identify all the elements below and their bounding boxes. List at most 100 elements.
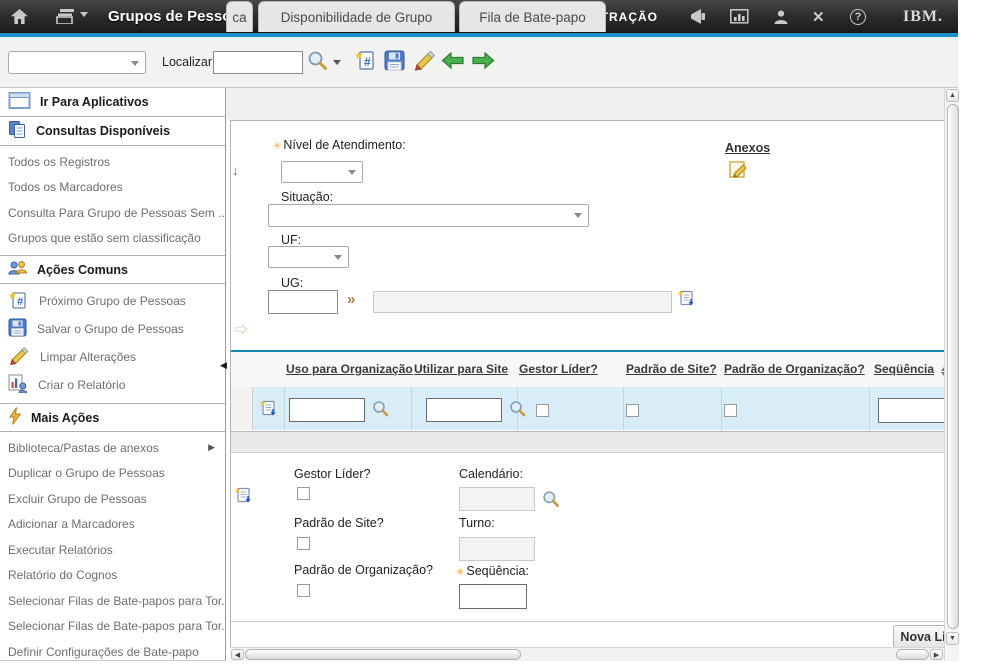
sidebar-item-todos-os-marcadores[interactable]: Todos os Marcadores — [0, 175, 225, 201]
svg-text:★: ★ — [677, 289, 684, 298]
vertical-scrollbar[interactable]: ▲ ▼ — [944, 88, 959, 661]
search-icon[interactable] — [372, 400, 389, 420]
sidebar-item-definir-configuracoes[interactable]: Definir Configurações de Bate-papo — [0, 639, 225, 661]
tab-fila-de-bate-papo[interactable]: Fila de Bate-papo — [459, 1, 606, 32]
horizontal-scrollbar[interactable]: ◀ ▶ — [230, 647, 944, 661]
column-header-padrao-de-organizacao[interactable]: Padrão de Organização? — [724, 362, 865, 376]
horizontal-scroll-endcap[interactable] — [896, 649, 929, 660]
report-icon — [8, 374, 28, 396]
help-icon[interactable]: ? — [850, 9, 866, 25]
sidebar-item-excluir-grupo[interactable]: Excluir Grupo de Pessoas — [0, 486, 225, 512]
padrao-site-label: Padrão de Site? — [294, 516, 384, 530]
nivel-atendimento-label: ✳Nível de Atendimento: — [273, 138, 406, 152]
column-header-gestor-lider[interactable]: Gestor Líder? — [519, 362, 598, 376]
row-select-cell[interactable] — [231, 387, 253, 430]
sidebar-item-biblioteca-pastas-anexos[interactable]: Biblioteca/Pastas de anexos ▶ — [0, 435, 225, 461]
tab-partial[interactable]: ca — [226, 1, 253, 32]
column-header-uso-para-organizacao[interactable]: Uso para Organização — [286, 362, 413, 376]
vertical-scroll-thumb[interactable] — [947, 104, 959, 629]
sidebar-menu: Ir Para Aplicativos Consultas Disponívei… — [0, 88, 226, 661]
detail-menu-icon[interactable]: ★ — [234, 486, 253, 507]
scroll-right-button[interactable]: ▶ — [930, 649, 943, 660]
sequencia-input[interactable] — [459, 584, 527, 609]
svg-text:★: ★ — [234, 486, 241, 495]
sidebar-item-relatorio-cognos[interactable]: Relatório do Cognos — [0, 563, 225, 589]
go-to-chevrons-icon[interactable]: » — [347, 291, 355, 308]
uf-select[interactable] — [268, 246, 349, 268]
sidebar-collapse-icon[interactable]: ◀ — [220, 360, 227, 371]
situacao-select[interactable] — [268, 204, 589, 227]
tab-strip — [226, 88, 944, 120]
gestor-lider-label: Gestor Líder? — [294, 467, 370, 481]
sidebar-header-acoes-comuns: Ações Comuns — [0, 255, 225, 284]
search-icon[interactable] — [509, 400, 526, 420]
calendario-label: Calendário: — [459, 467, 523, 481]
home-icon[interactable] — [10, 8, 29, 25]
attachments-icon[interactable] — [728, 160, 750, 183]
query-select[interactable] — [8, 51, 146, 74]
scroll-down-button[interactable]: ▼ — [946, 632, 959, 645]
table-header-row: Uso para Organização Utilizar para Site … — [231, 352, 944, 387]
gestor-lider-checkbox[interactable] — [297, 487, 310, 500]
bar-chart-icon[interactable] — [730, 9, 749, 24]
save-icon[interactable] — [384, 50, 405, 74]
divider — [231, 621, 944, 622]
profile-icon[interactable] — [773, 9, 789, 25]
detail-menu-icon[interactable]: ★ — [677, 289, 696, 310]
sidebar-item-ir-para-aplicativos[interactable]: Ir Para Aplicativos — [0, 88, 225, 117]
tab-disponibilidade-de-grupo[interactable]: Disponibilidade de Grupo — [258, 1, 455, 32]
horizontal-scroll-thumb[interactable] — [245, 649, 521, 660]
filter-gestor-lider-checkbox[interactable] — [536, 404, 549, 417]
download-icon[interactable]: ↓ — [232, 163, 239, 178]
filter-padrao-site-checkbox[interactable] — [626, 404, 639, 417]
column-header-sequencia[interactable]: Seqüência — [874, 362, 934, 376]
column-header-padrao-de-site[interactable]: Padrão de Site? — [626, 362, 717, 376]
padrao-organizacao-checkbox[interactable] — [297, 584, 310, 597]
column-divider — [869, 387, 870, 430]
sidebar-item-duplicar-grupo[interactable]: Duplicar o Grupo de Pessoas — [0, 461, 225, 487]
svg-text:★: ★ — [354, 50, 364, 62]
detail-menu-icon[interactable]: ★ — [259, 399, 278, 420]
sidebar-item-selecionar-filas-1[interactable]: Selecionar Filas de Bate-papos para Tor.… — [0, 588, 225, 614]
sequencia-label: ✳Seqüência: — [456, 564, 529, 578]
anexos-link[interactable]: Anexos — [725, 141, 770, 155]
clear-changes-icon[interactable] — [412, 49, 437, 74]
column-header-utilizar-para-site[interactable]: Utilizar para Site — [414, 362, 508, 376]
nivel-atendimento-select[interactable] — [281, 161, 363, 183]
announcement-icon[interactable] — [689, 8, 709, 25]
sidebar-item-limpar-alteracoes[interactable]: Limpar Alterações — [0, 343, 225, 371]
sidebar-item-proximo-grupo[interactable]: #★ Próximo Grupo de Pessoas — [0, 287, 225, 315]
sidebar-item-grupos-sem-classificacao[interactable]: Grupos que estão sem classificação — [0, 226, 225, 252]
ibm-logo: IBM. — [903, 8, 943, 26]
localizar-input[interactable] — [213, 51, 303, 74]
new-record-icon[interactable]: #★ — [354, 49, 377, 74]
filter-sequencia-input[interactable] — [878, 398, 944, 423]
nova-linha-button[interactable]: Nova Li — [893, 625, 944, 647]
previous-record-icon[interactable] — [441, 50, 465, 74]
clear-changes-icon — [8, 346, 30, 368]
padrao-site-checkbox[interactable] — [297, 537, 310, 550]
svg-text:#: # — [364, 55, 371, 69]
search-icon[interactable] — [307, 50, 328, 74]
close-session-icon[interactable]: ✕ — [812, 8, 825, 26]
sidebar-item-selecionar-filas-2[interactable]: Selecionar Filas de Bate-papos para Tor.… — [0, 614, 225, 640]
required-icon: ✳ — [273, 141, 281, 152]
search-options-caret-icon[interactable] — [333, 60, 341, 69]
filter-padrao-organizacao-checkbox[interactable] — [724, 404, 737, 417]
sidebar-item-salvar-grupo[interactable]: Salvar o Grupo de Pessoas — [0, 315, 225, 343]
sidebar-item-consulta-grupo-pessoas-sem[interactable]: Consulta Para Grupo de Pessoas Sem ... — [0, 200, 225, 226]
scroll-left-button[interactable]: ◀ — [231, 649, 244, 660]
filter-utilizar-site-input[interactable] — [426, 398, 502, 422]
window-list-icon[interactable] — [56, 9, 75, 24]
sidebar-item-todos-os-registros[interactable]: Todos os Registros — [0, 149, 225, 175]
window-list-caret-icon[interactable] — [80, 12, 88, 21]
ug-input[interactable] — [268, 290, 338, 314]
filter-uso-organizacao-input[interactable] — [289, 398, 365, 422]
sidebar-item-adicionar-marcadores[interactable]: Adicionar a Marcadores — [0, 512, 225, 538]
sidebar-item-executar-relatorios[interactable]: Executar Relatórios — [0, 537, 225, 563]
padrao-organizacao-label: Padrão de Organização? — [294, 563, 433, 577]
next-record-icon[interactable] — [471, 50, 495, 74]
scroll-up-button[interactable]: ▲ — [946, 89, 959, 102]
search-icon[interactable] — [542, 490, 560, 511]
sidebar-item-criar-relatorio[interactable]: Criar o Relatório — [0, 371, 225, 399]
